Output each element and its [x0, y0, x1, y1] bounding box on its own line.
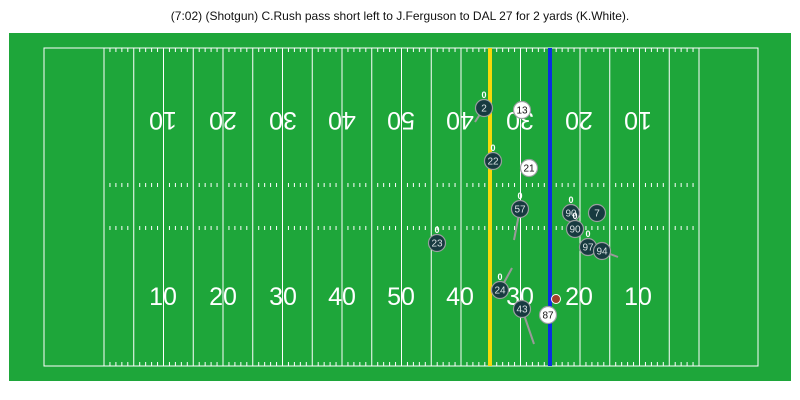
player-defense-43: 43 — [512, 299, 532, 319]
player-speed-label: 0 — [572, 211, 577, 221]
player-number: 23 — [431, 239, 443, 250]
yard-number-bottom: 50 — [387, 283, 415, 311]
yard-number-bottom: 40 — [328, 283, 356, 311]
player-speed-label: 0 — [434, 225, 439, 235]
yard-number-bottom: 10 — [149, 283, 177, 311]
player-number: 43 — [516, 305, 528, 316]
bottom-yard-numbers: 10 20 30 40 50 40 30 20 10 — [149, 283, 652, 311]
yard-number-bottom: 30 — [269, 283, 297, 311]
player-speed-label: 0 — [568, 195, 573, 205]
player-number: 13 — [516, 106, 528, 117]
player-number: 90 — [569, 225, 581, 236]
yard-number-bottom: 20 — [565, 283, 593, 311]
yard-number-top: 10 — [624, 106, 652, 134]
player-number: 2 — [481, 104, 487, 115]
player-number: 24 — [494, 286, 506, 297]
yard-number-top: 20 — [565, 106, 593, 134]
player-offense-21: 21 — [519, 158, 539, 178]
player-number: 87 — [542, 311, 554, 322]
football — [551, 294, 561, 304]
player-number: 21 — [523, 164, 535, 175]
player-speed-label: 0 — [517, 191, 522, 201]
yard-number-bottom: 40 — [446, 283, 474, 311]
player-speed-label: 0 — [585, 229, 590, 239]
player-offense-87: 87 — [538, 305, 558, 325]
yard-number-top: 40 — [328, 106, 356, 134]
player-speed-label: 0 — [481, 90, 486, 100]
player-offense-13: 13 — [512, 100, 532, 120]
field-turf — [9, 33, 791, 381]
yard-number-top: 40 — [446, 106, 474, 134]
player-number: 57 — [514, 205, 526, 216]
yard-number-top: 30 — [269, 106, 297, 134]
player-number: 22 — [487, 157, 499, 168]
player-number: 97 — [582, 243, 594, 254]
yard-number-top: 10 — [149, 106, 177, 134]
player-speed-label: 0 — [497, 272, 502, 282]
top-yard-numbers: 10 20 30 40 50 40 30 20 10 — [149, 106, 652, 134]
player-speed-label: 0 — [490, 143, 495, 153]
player-number: 7 — [594, 209, 600, 220]
yard-number-top: 50 — [387, 106, 415, 134]
yard-number-bottom: 20 — [209, 283, 237, 311]
football-field: 10 20 30 40 50 40 30 20 10 10 20 30 40 50 40 30 20 10 20… — [9, 33, 791, 381]
yard-number-top: 20 — [209, 106, 237, 134]
player-defense-7: 7 — [587, 203, 607, 223]
player-defense-94: 94 — [592, 241, 612, 261]
yard-number-bottom: 10 — [624, 283, 652, 311]
player-number: 94 — [596, 247, 608, 258]
